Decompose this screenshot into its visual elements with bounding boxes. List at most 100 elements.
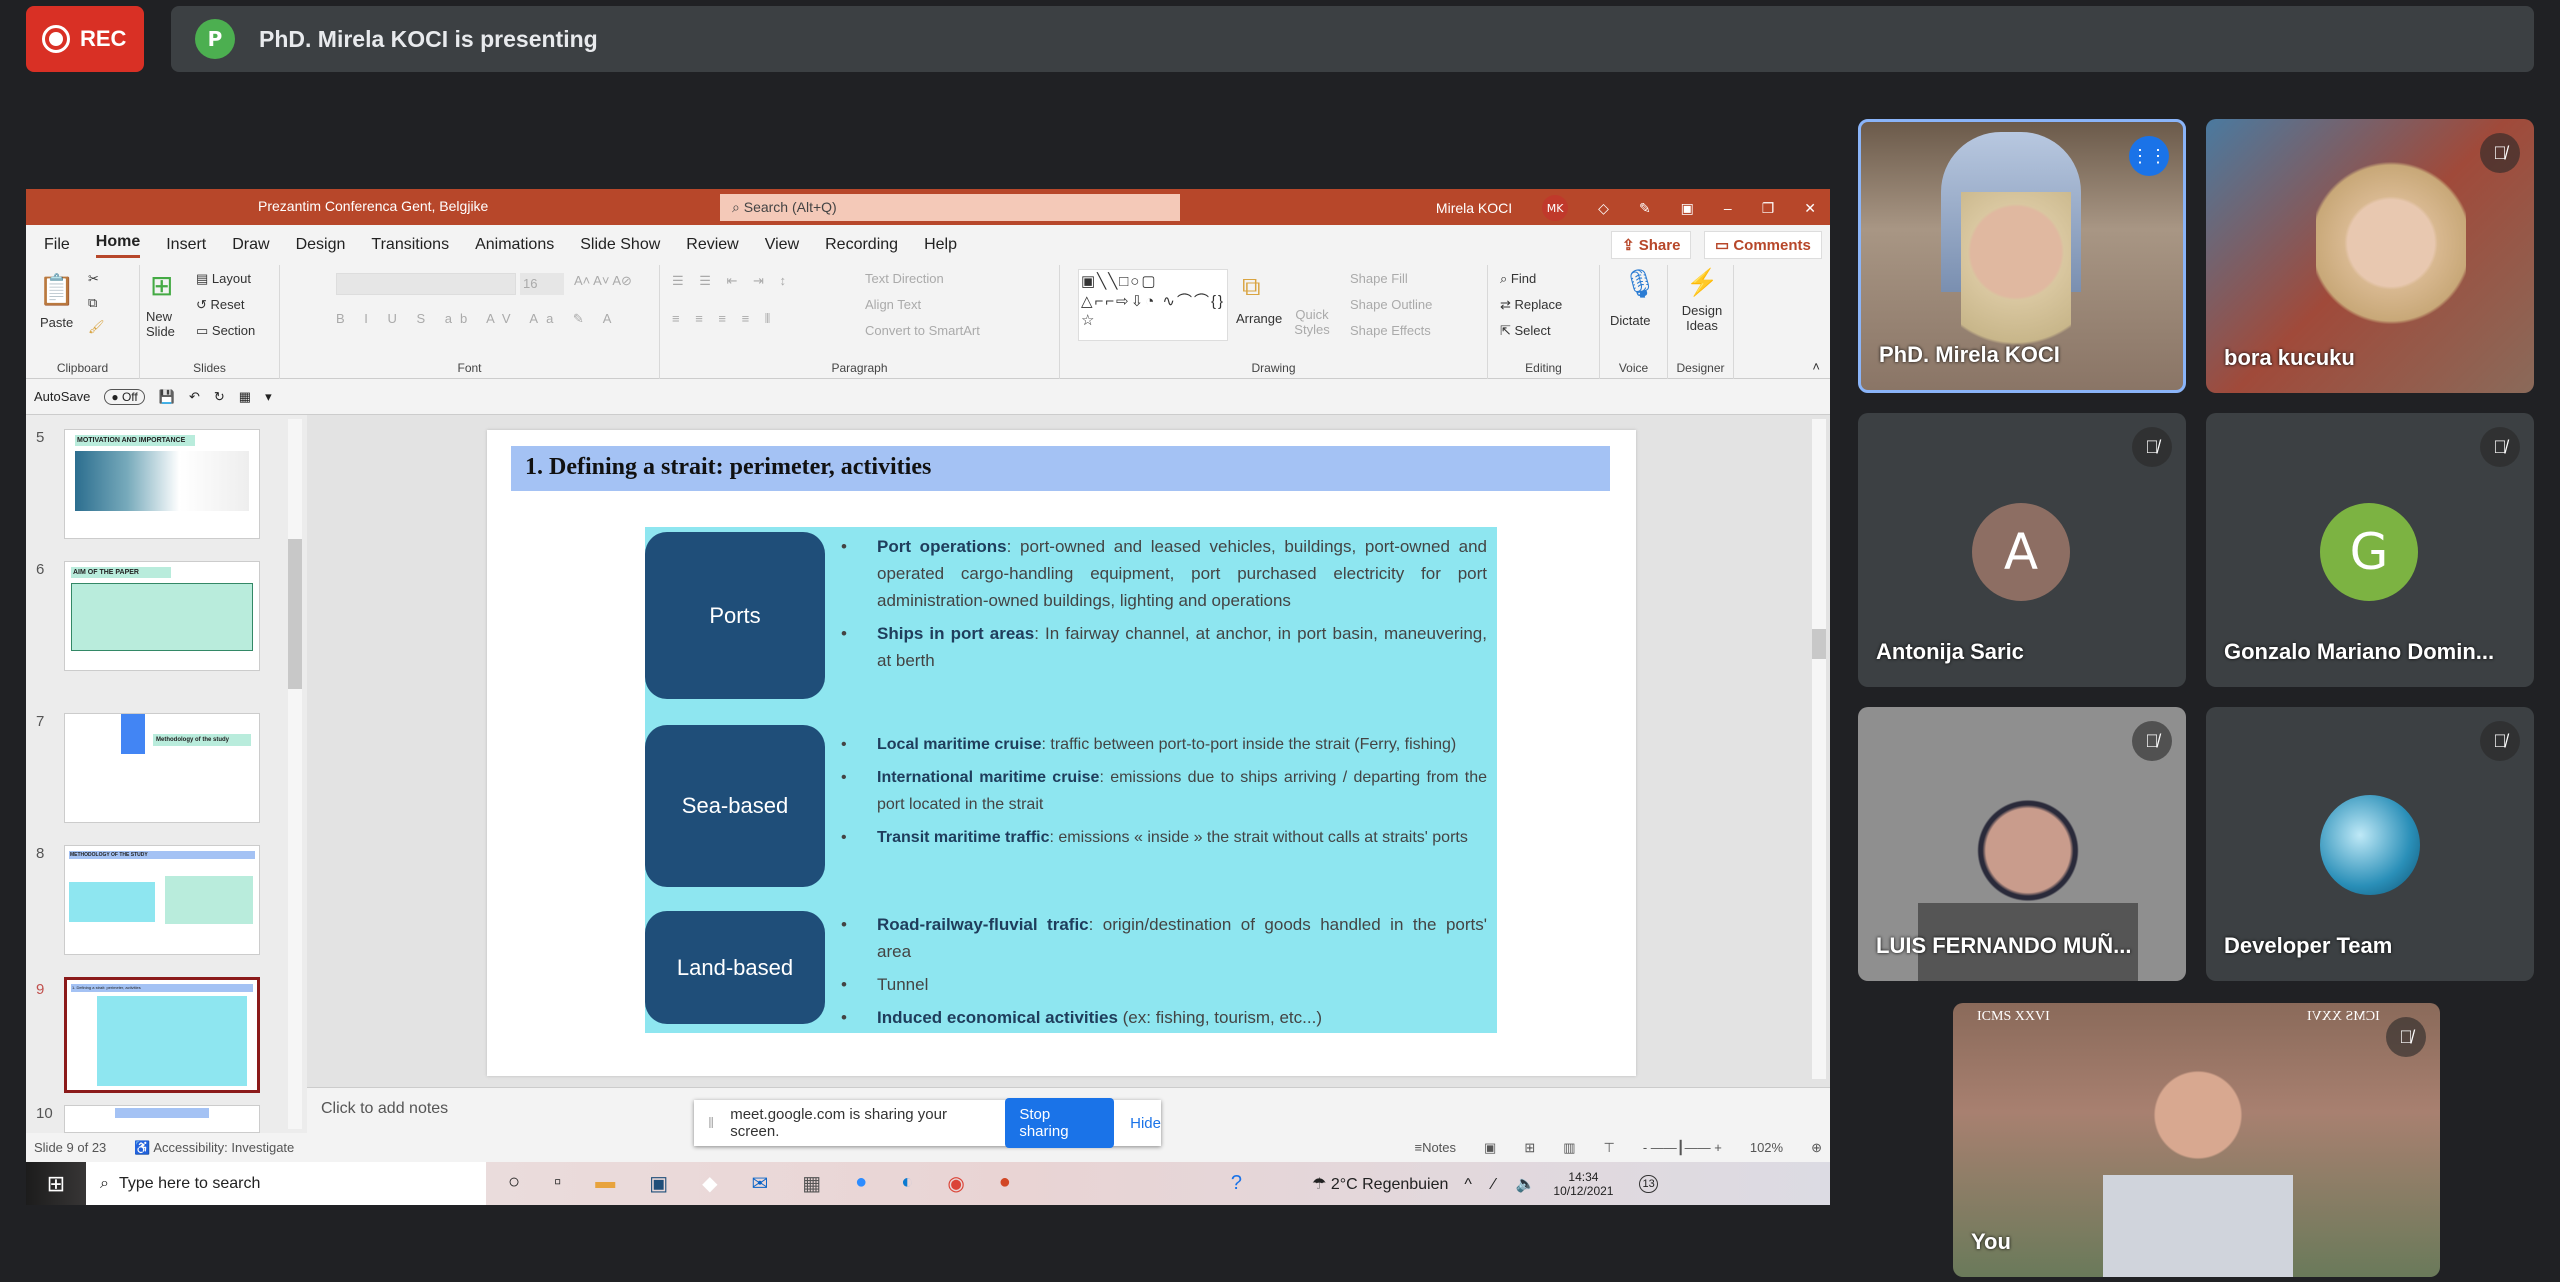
participant-tile-bora[interactable]: 🎙̸ bora kucuku (2206, 119, 2534, 393)
restore-button[interactable]: ❐ (1762, 200, 1775, 217)
participant-tile-presenter[interactable]: ⋮⋮ PhD. Mirela KOCI (1858, 119, 2186, 393)
select-button[interactable]: ⇱ Select (1500, 323, 1551, 339)
taskbar-search[interactable]: ⌕ Type here to search (86, 1162, 486, 1205)
stop-sharing-button[interactable]: Stop sharing (1005, 1098, 1115, 1148)
zoom-level[interactable]: 102% (1750, 1140, 1783, 1155)
tab-animations[interactable]: Animations (475, 236, 554, 254)
zoom-slider[interactable]: - ——┃—— + (1643, 1140, 1722, 1156)
slide-sorter-icon[interactable]: ⊞ (1524, 1140, 1535, 1156)
windows-start-icon[interactable]: ⊞ (26, 1171, 86, 1197)
tab-draw[interactable]: Draw (232, 236, 269, 254)
participant-tile-luis[interactable]: 🎙̸ LUIS FERNANDO MUÑ... (1858, 707, 2186, 981)
search-box[interactable]: ⌕ Search (Alt+Q) (720, 194, 1180, 221)
font-size-select[interactable]: 16 (520, 273, 564, 295)
scroll-thumb[interactable] (288, 539, 302, 689)
tab-review[interactable]: Review (686, 236, 738, 254)
slideshow-icon[interactable]: ⊤ (1604, 1140, 1615, 1156)
grow-shrink-font-icons[interactable]: A˄ A˅ A⊘ (574, 273, 632, 289)
file-explorer-icon[interactable]: ▬ (595, 1171, 615, 1196)
store-icon[interactable]: ▣ (649, 1171, 668, 1196)
notification-badge[interactable]: 13 (1639, 1174, 1658, 1193)
tab-help[interactable]: Help (924, 236, 957, 254)
format-painter-icon[interactable]: 🖌 (88, 319, 105, 335)
tab-slide-show[interactable]: Slide Show (580, 236, 660, 254)
hide-button[interactable]: Hide (1130, 1115, 1161, 1132)
quick-styles-button[interactable]: Quick Styles (1292, 307, 1332, 337)
current-slide[interactable]: 1. Defining a strait: perimeter, activit… (487, 430, 1636, 1076)
calculator-icon[interactable]: ▦ (802, 1171, 821, 1196)
redo-icon[interactable]: ↻ (214, 389, 225, 405)
zoom-icon[interactable]: ● (855, 1171, 867, 1196)
save-icon[interactable]: 💾 (159, 389, 175, 405)
copy-icon[interactable]: ⧉ (88, 295, 97, 311)
chrome-icon[interactable]: ◉ (947, 1171, 964, 1196)
participant-tile-developer-team[interactable]: 🎙̸ Developer Team (2206, 707, 2534, 981)
powerpoint-icon[interactable]: ● (999, 1171, 1011, 1196)
customize-icon[interactable]: ▾ (265, 389, 272, 405)
thumbnail-slide-10[interactable] (64, 1105, 260, 1133)
design-ideas-icon[interactable]: ⚡ (1686, 267, 1718, 298)
list-icons[interactable]: ☰ ☰ ⇤ ⇥ ↕ (672, 273, 792, 289)
tab-design[interactable]: Design (296, 236, 346, 254)
replace-button[interactable]: ⇄ Replace (1500, 297, 1562, 313)
layout-button[interactable]: ▤ Layout (196, 271, 251, 287)
thumbnail-slide-7[interactable]: Methodology of the study (64, 713, 260, 823)
cut-icon[interactable]: ✂ (88, 271, 99, 287)
help-icon[interactable]: ? (1231, 1172, 1242, 1195)
thumbnail-slide-5[interactable]: MOTIVATION AND IMPORTANCE (64, 429, 260, 539)
close-button[interactable]: ✕ (1804, 200, 1816, 217)
pen-icon[interactable]: ✎ (1639, 200, 1651, 217)
reading-view-icon[interactable]: ▥ (1563, 1140, 1575, 1156)
thumbnail-slide-8[interactable]: METHODOLOGY OF THE STUDY (64, 845, 260, 955)
document-title[interactable]: Prezantim Conferenca Gent, Belgjike (258, 198, 488, 214)
participant-tile-antonija[interactable]: A 🎙̸ Antonija Saric (1858, 413, 2186, 687)
section-button[interactable]: ▭ Section (196, 323, 255, 339)
font-name-select[interactable] (336, 273, 516, 295)
tab-recording[interactable]: Recording (825, 236, 898, 254)
undo-icon[interactable]: ↶ (189, 389, 200, 405)
arrange-icon[interactable]: ⧉ (1242, 271, 1261, 303)
share-button[interactable]: ⇪ Share (1611, 231, 1692, 259)
edge-icon[interactable]: ◐ (901, 1171, 913, 1196)
shape-fill-button[interactable]: Shape Fill (1350, 271, 1408, 286)
notes-button[interactable]: ≡Notes (1414, 1140, 1456, 1155)
shape-effects-button[interactable]: Shape Effects (1350, 323, 1431, 338)
participant-tile-gonzalo[interactable]: G 🎙̸ Gonzalo Mariano Domin... (2206, 413, 2534, 687)
thumbnail-slide-9[interactable]: 1. Defining a strait: perimeter, activit… (64, 977, 260, 1093)
tab-insert[interactable]: Insert (166, 236, 206, 254)
normal-view-icon[interactable]: ▣ (1484, 1140, 1496, 1156)
shape-outline-button[interactable]: Shape Outline (1350, 297, 1432, 312)
tray-icons[interactable]: ^ ⁄ 🔈 (1464, 1174, 1543, 1194)
dropbox-icon[interactable]: ◆ (702, 1171, 717, 1196)
clock[interactable]: 14:34 10/12/2021 (1553, 1170, 1613, 1198)
reset-button[interactable]: ↺ Reset (196, 297, 244, 313)
paste-button[interactable]: Paste (40, 315, 73, 330)
task-view-icon[interactable]: ○ (508, 1171, 520, 1196)
mail-icon[interactable]: ✉ (751, 1171, 768, 1196)
new-slide-icon[interactable]: ⊞ (150, 269, 173, 302)
convert-smartart-button[interactable]: Convert to SmartArt (865, 323, 980, 338)
canvas-scrollbar[interactable] (1812, 419, 1826, 1079)
design-ideas-button[interactable]: Design Ideas (1678, 303, 1726, 333)
thumbnail-slide-6[interactable]: AIM OF THE PAPER (64, 561, 260, 671)
fit-slide-icon[interactable]: ⊕ (1811, 1140, 1830, 1156)
dictate-button[interactable]: Dictate (1610, 313, 1650, 328)
font-format-icons[interactable]: B I U S ab AV Aa ✎ A (336, 311, 619, 327)
app-icon[interactable]: ▫ (554, 1171, 561, 1196)
paste-icon[interactable]: 📋 (38, 273, 75, 308)
microphone-icon[interactable]: 🎙 (1622, 267, 1658, 300)
ribbon-display-icon[interactable]: ▣ (1681, 200, 1694, 217)
premium-icon[interactable]: ◇ (1598, 200, 1609, 217)
user-avatar[interactable]: MK (1542, 195, 1569, 221)
autosave-toggle[interactable]: ● Off (104, 388, 145, 405)
accessibility-button[interactable]: ♿ Accessibility: Investigate (134, 1140, 294, 1156)
arrange-button[interactable]: Arrange (1236, 311, 1282, 326)
text-direction-button[interactable]: Text Direction (865, 271, 944, 286)
shapes-gallery[interactable]: ▣╲╲□○▢ △⌐⌐⇨⇩◔ ∿⌒⌒{}☆ (1078, 269, 1228, 341)
align-text-button[interactable]: Align Text (865, 297, 921, 312)
present-icon[interactable]: ▦ (239, 389, 251, 405)
tab-transitions[interactable]: Transitions (371, 236, 449, 254)
participant-tile-you[interactable]: ICMS XXVI ICMS XXVI 🎙̸ You (1953, 1003, 2440, 1277)
tab-file[interactable]: File (44, 236, 70, 254)
minimize-button[interactable]: – (1724, 200, 1732, 216)
